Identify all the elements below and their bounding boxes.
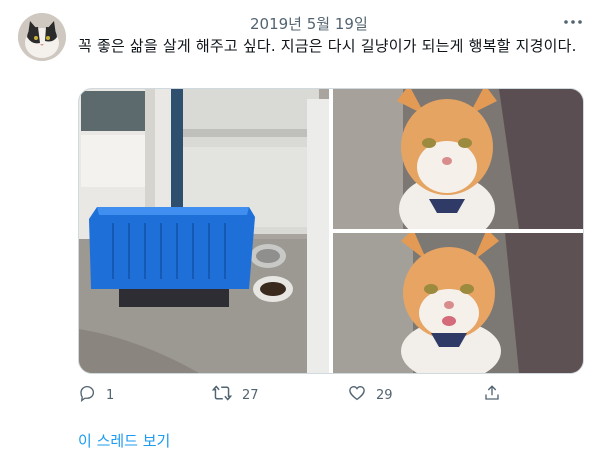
share-button[interactable] (483, 384, 501, 406)
reply-icon (78, 384, 96, 406)
like-icon (348, 384, 366, 406)
tweet-date[interactable]: 2019년 5월 19일 (250, 13, 368, 34)
tweet-text: 꼭 좋은 삶을 살게 해주고 싶다. 지금은 다시 길냥이가 되는게 행복할 지… (78, 37, 577, 55)
tweet-media[interactable] (78, 88, 584, 374)
reply-button[interactable]: 1 (78, 384, 114, 406)
photo-cat-closeup-1[interactable] (333, 89, 583, 243)
more-icon[interactable] (562, 12, 584, 32)
avatar-cat-image (18, 13, 66, 61)
photo-cat-closeup-2[interactable] (333, 229, 583, 373)
like-count: 29 (376, 387, 393, 403)
retweet-button[interactable]: 27 (211, 384, 259, 406)
avatar[interactable] (18, 13, 66, 61)
share-icon (483, 384, 501, 406)
action-bar: 1 27 29 (78, 384, 582, 406)
photo-cat-house[interactable] (79, 89, 331, 373)
retweet-icon (211, 384, 233, 406)
show-thread-link[interactable]: 이 스레드 보기 (78, 430, 170, 451)
retweet-count: 27 (242, 387, 259, 403)
like-button[interactable]: 29 (348, 384, 393, 406)
reply-count: 1 (106, 387, 115, 403)
